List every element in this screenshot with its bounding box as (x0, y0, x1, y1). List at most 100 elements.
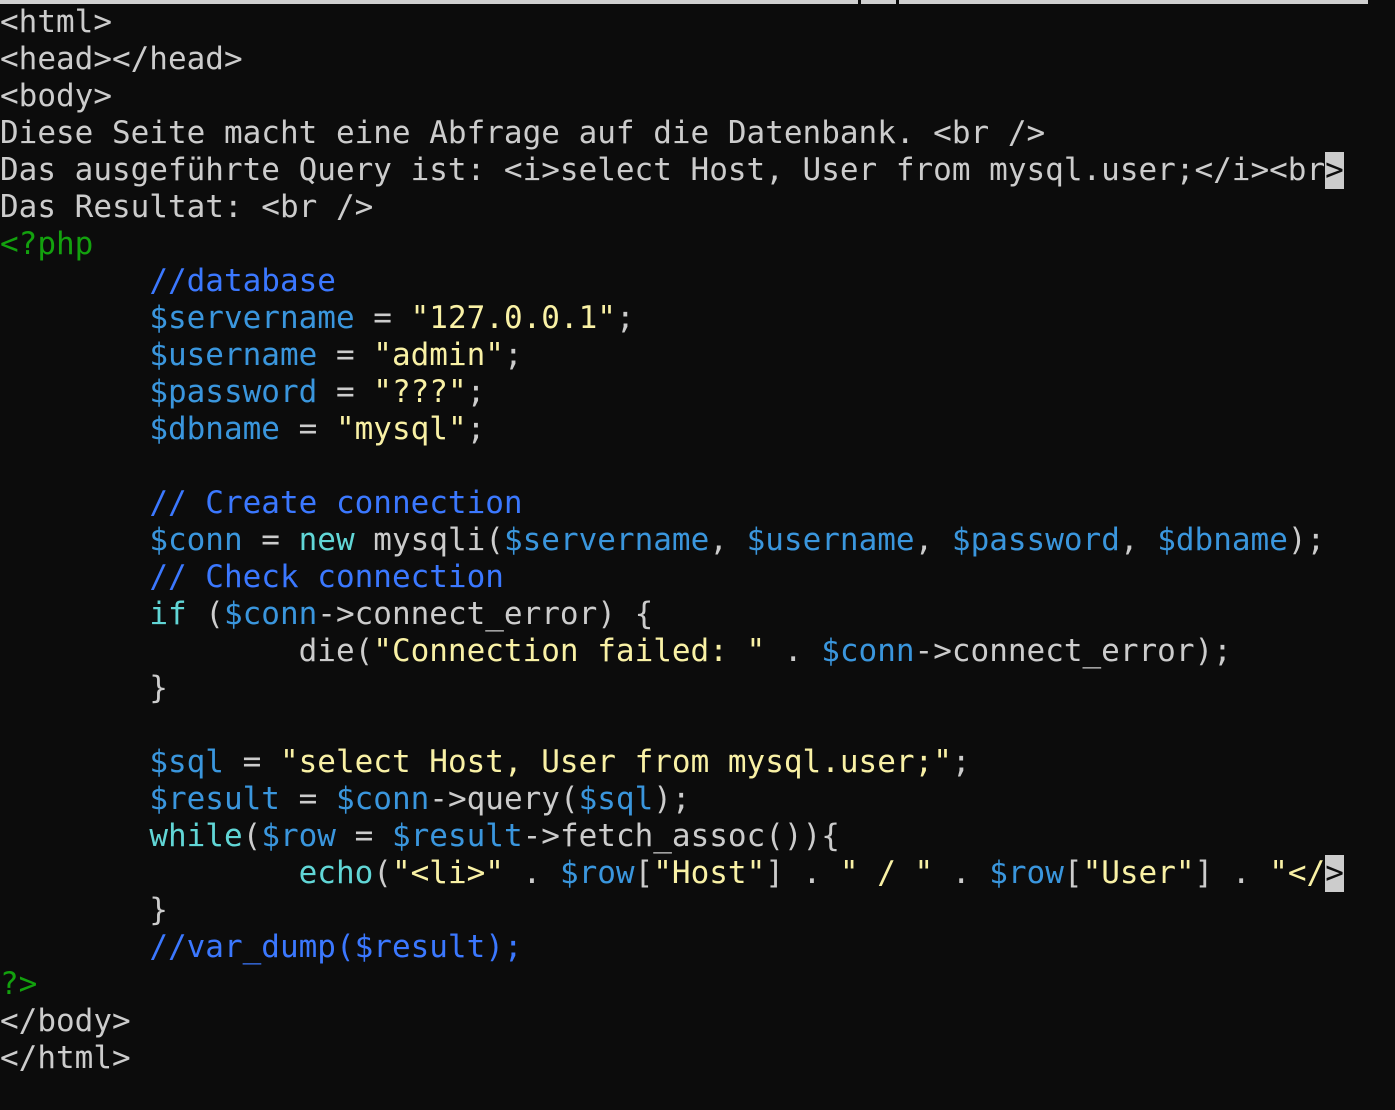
code-token-comment: // Create connection (149, 485, 523, 521)
text-cursor: > (1325, 855, 1344, 892)
code-line[interactable]: } (0, 892, 1344, 929)
code-line[interactable]: $conn = new mysqli($servername, $usernam… (0, 522, 1344, 559)
code-token-text: . (765, 633, 822, 669)
terminal-window[interactable]: <html> <head></head> <body> Diese Seite mac… (0, 0, 1395, 1110)
code-token-text: ->query( (429, 781, 579, 817)
code-line[interactable]: } (0, 670, 1344, 707)
code-line[interactable]: <html> (0, 4, 1344, 41)
code-line[interactable]: </html> (0, 1040, 1344, 1077)
code-line[interactable]: $result = $conn->query($sql); (0, 781, 1344, 818)
code-token-text: ( (373, 855, 392, 891)
code-token-var: $password (951, 522, 1120, 558)
code-line[interactable]: die("Connection failed: " . $conn->conne… (0, 633, 1344, 670)
code-line[interactable]: Das Resultat: <br /> (0, 189, 1344, 226)
code-token-string: "Connection failed: " (373, 633, 766, 669)
code-token-var: $dbname (1157, 522, 1288, 558)
code-token-string: "Host" (653, 855, 766, 891)
code-token-var: $password (149, 374, 318, 410)
code-line[interactable]: ?> (0, 966, 1344, 1003)
code-token-text: ->connect_error); (914, 633, 1232, 669)
code-token-var: $conn (149, 522, 243, 558)
code-line[interactable]: Das ausgeführte Query ist: <i>select Hos… (0, 152, 1344, 189)
code-token-text: Das ausgeführte Query ist: <i>select Hos… (0, 152, 1326, 188)
code-token-comment: // Check connection (149, 559, 504, 595)
code-token-tag: <html> (0, 4, 112, 40)
code-token-text: = (242, 522, 299, 558)
code-token-string: "???" (373, 374, 467, 410)
code-token-text: ; (951, 744, 971, 780)
code-token-text: } (0, 892, 168, 928)
code-token-var: $username (746, 522, 915, 558)
code-token-comment: //var_dump($result); (149, 929, 523, 965)
code-line[interactable]: // Create connection (0, 485, 1344, 522)
code-line[interactable]: $username = "admin"; (0, 337, 1344, 374)
code-line[interactable]: </body> (0, 1003, 1344, 1040)
code-editor[interactable]: <html> <head></head> <body> Diese Seite mac… (0, 4, 1344, 1077)
code-token-text: ; (466, 411, 486, 447)
code-token-text: , (1119, 522, 1158, 558)
code-line[interactable]: //database (0, 263, 1344, 300)
code-token-var: $conn (821, 633, 915, 669)
code-line[interactable]: $sql = "select Host, User from mysql.use… (0, 744, 1344, 781)
code-token-text: ->connect_error) { (317, 596, 654, 632)
code-token-text: = (223, 744, 280, 780)
code-token-string: "select Host, User from mysql.user;" (279, 744, 952, 780)
code-token-var: $username (149, 337, 318, 373)
code-line[interactable] (0, 707, 1344, 744)
code-token-text: } (0, 670, 168, 706)
code-token-text: [ (1063, 855, 1083, 891)
code-line[interactable]: //var_dump($result); (0, 929, 1344, 966)
code-token-text: [ (634, 855, 654, 891)
code-line[interactable]: if ($conn->connect_error) { (0, 596, 1344, 633)
code-token-text: mysqli( (354, 522, 504, 558)
code-token-tag: <body> (0, 78, 112, 114)
code-token-text: = (335, 818, 392, 854)
code-line[interactable]: Diese Seite macht eine Abfrage auf die D… (0, 115, 1344, 152)
code-token-text: = (279, 781, 336, 817)
code-token-var: $conn (335, 781, 430, 817)
code-token-text: . (933, 855, 990, 891)
code-token-var: $dbname (149, 411, 280, 447)
code-token-keyword: if (149, 596, 187, 632)
code-token-var: $conn (223, 596, 318, 632)
code-token-text: ( (186, 596, 224, 632)
code-token-text: ); (653, 781, 691, 817)
code-token-text: ] . (765, 855, 840, 891)
code-token-text: ->fetch_assoc()){ (522, 818, 840, 854)
code-token-text: = (279, 411, 336, 447)
code-line[interactable]: <body> (0, 78, 1344, 115)
code-token-var: $sql (578, 781, 654, 817)
code-token-text: ( (242, 818, 262, 854)
code-token-var: $servername (149, 300, 355, 336)
code-token-text: die( (0, 633, 374, 669)
code-token-string: "127.0.0.1" (410, 300, 616, 336)
code-line[interactable]: $servername = "127.0.0.1"; (0, 300, 1344, 337)
code-line[interactable]: // Check connection (0, 559, 1344, 596)
code-line[interactable] (0, 448, 1344, 485)
code-line[interactable]: <head></head> (0, 41, 1344, 78)
code-token-string: "User" (1082, 855, 1195, 891)
code-line[interactable]: $password = "???"; (0, 374, 1344, 411)
code-line[interactable]: $dbname = "mysql"; (0, 411, 1344, 448)
code-token-php: <?php (0, 226, 94, 262)
code-token-text: , (709, 522, 747, 558)
code-line[interactable]: while($row = $result->fetch_assoc()){ (0, 818, 1344, 855)
code-line[interactable]: echo("<li>" . $row["Host"] . " / " . $ro… (0, 855, 1344, 892)
code-line[interactable]: <?php (0, 226, 1344, 263)
code-token-text: = (354, 300, 411, 336)
code-token-text: = (317, 337, 374, 373)
text-cursor: > (1325, 152, 1344, 189)
code-token-var: $row (559, 855, 635, 891)
